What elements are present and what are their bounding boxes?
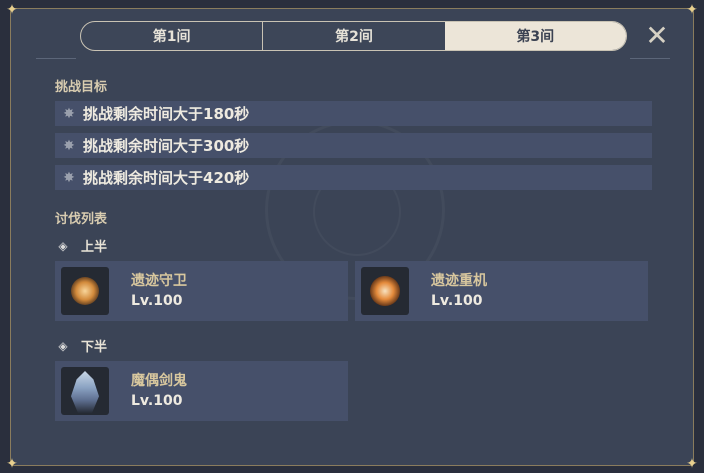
corner-ornament-icon: ✦ [6, 456, 18, 472]
challenge-goals-title: 挑战目标 [55, 80, 108, 95]
tab-chamber-2[interactable]: 第2间 [263, 22, 444, 50]
ruin-guard-portrait [61, 267, 109, 315]
goal-text: 挑战剩余时间大于300秒 [83, 137, 250, 155]
second-half-header: ◈ 下半 [55, 336, 108, 356]
maguu-kenki-portrait [61, 367, 109, 415]
enemy-name: 遗迹守卫 [131, 273, 187, 289]
corner-ornament-icon: ✦ [686, 456, 698, 472]
star-icon: ✸ [63, 105, 75, 122]
enemy-card[interactable]: 遗迹重机 Lv.100 [355, 261, 648, 321]
first-half-label: 上半 [81, 240, 108, 255]
goal-row: ✸ 挑战剩余时间大于180秒 [55, 101, 652, 126]
star-icon: ✸ [63, 169, 75, 186]
star-icon: ✸ [63, 137, 75, 154]
diamond-icon: ◈ [58, 338, 68, 353]
goal-text: 挑战剩余时间大于420秒 [83, 169, 250, 187]
divider [36, 58, 76, 59]
enemy-card[interactable]: 遗迹守卫 Lv.100 [55, 261, 348, 321]
corner-ornament-icon: ✦ [6, 2, 18, 18]
goal-row: ✸ 挑战剩余时间大于300秒 [55, 133, 652, 158]
tab-chamber-3[interactable]: 第3间 [444, 22, 626, 50]
chamber-tabs: 第1间 第2间 第3间 [80, 21, 627, 51]
enemy-level: Lv.100 [431, 293, 483, 309]
second-half-label: 下半 [81, 340, 108, 355]
enemy-name: 遗迹重机 [431, 273, 487, 289]
enemy-level: Lv.100 [131, 293, 183, 309]
ruin-grader-portrait [361, 267, 409, 315]
first-half-header: ◈ 上半 [55, 236, 108, 256]
corner-ornament-icon: ✦ [686, 2, 698, 18]
enemy-list-title: 讨伐列表 [55, 212, 108, 227]
divider [630, 58, 670, 59]
enemy-card[interactable]: 魔偶剑鬼 Lv.100 [55, 361, 348, 421]
diamond-icon: ◈ [58, 238, 68, 253]
enemy-level: Lv.100 [131, 393, 183, 409]
tab-chamber-1[interactable]: 第1间 [81, 22, 264, 50]
close-x-icon[interactable]: ✕ [643, 22, 671, 50]
enemy-name: 魔偶剑鬼 [131, 373, 187, 389]
goal-row: ✸ 挑战剩余时间大于420秒 [55, 165, 652, 190]
goal-text: 挑战剩余时间大于180秒 [83, 105, 250, 123]
